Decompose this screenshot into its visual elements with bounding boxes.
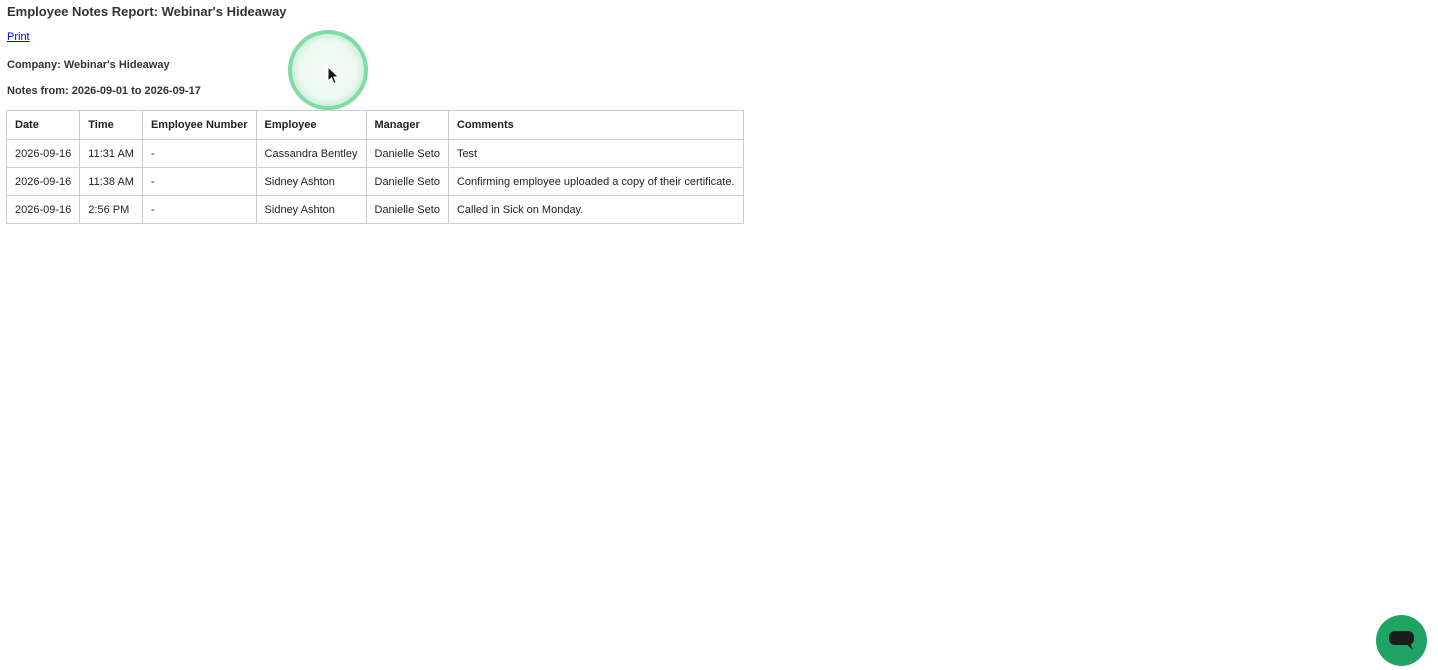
header-employee-number: Employee Number xyxy=(141,110,257,140)
cell-time: 11:38 AM xyxy=(79,167,143,196)
cell-comments: Called in Sick on Monday. xyxy=(447,195,744,224)
cell-employee: Cassandra Bentley xyxy=(255,139,367,168)
cell-employee-number: - xyxy=(141,195,257,224)
cell-time: 11:31 AM xyxy=(79,139,143,168)
date-range-label: Notes from: 2026-09-01 to 2026-09-17 xyxy=(7,85,201,97)
cell-date: 2026-09-16 xyxy=(5,167,81,196)
chat-icon xyxy=(1389,631,1414,650)
cell-manager: Danielle Seto xyxy=(365,195,449,224)
report-page: Employee Notes Report: Webinar's Hideawa… xyxy=(0,0,1438,670)
header-date: Date xyxy=(5,110,81,140)
cell-employee: Sidney Ashton xyxy=(255,195,367,224)
cell-date: 2026-09-16 xyxy=(5,139,81,168)
page-title: Employee Notes Report: Webinar's Hideawa… xyxy=(7,4,287,19)
cell-comments: Test xyxy=(447,139,744,168)
cell-employee-number: - xyxy=(141,167,257,196)
cell-employee-number: - xyxy=(141,139,257,168)
chat-button[interactable] xyxy=(1376,615,1427,666)
notes-table: Date Time Employee Number Employee Manag… xyxy=(5,110,744,224)
cell-comments: Confirming employee uploaded a copy of t… xyxy=(447,167,744,196)
table-row: 2026-09-16 11:31 AM - Cassandra Bentley … xyxy=(5,139,744,168)
cell-employee: Sidney Ashton xyxy=(255,167,367,196)
cell-date: 2026-09-16 xyxy=(5,195,81,224)
table-header-row: Date Time Employee Number Employee Manag… xyxy=(5,110,744,140)
mouse-cursor-icon xyxy=(327,66,340,85)
cell-time: 2:56 PM xyxy=(79,195,143,224)
cell-manager: Danielle Seto xyxy=(365,167,449,196)
cell-manager: Danielle Seto xyxy=(365,139,449,168)
header-comments: Comments xyxy=(447,110,744,140)
company-label: Company: Webinar's Hideaway xyxy=(7,59,170,71)
table-row: 2026-09-16 11:38 AM - Sidney Ashton Dani… xyxy=(5,167,744,196)
table-row: 2026-09-16 2:56 PM - Sidney Ashton Danie… xyxy=(5,195,744,224)
header-manager: Manager xyxy=(365,110,449,140)
header-time: Time xyxy=(79,110,143,140)
header-employee: Employee xyxy=(255,110,367,140)
print-link[interactable]: Print xyxy=(7,31,30,43)
